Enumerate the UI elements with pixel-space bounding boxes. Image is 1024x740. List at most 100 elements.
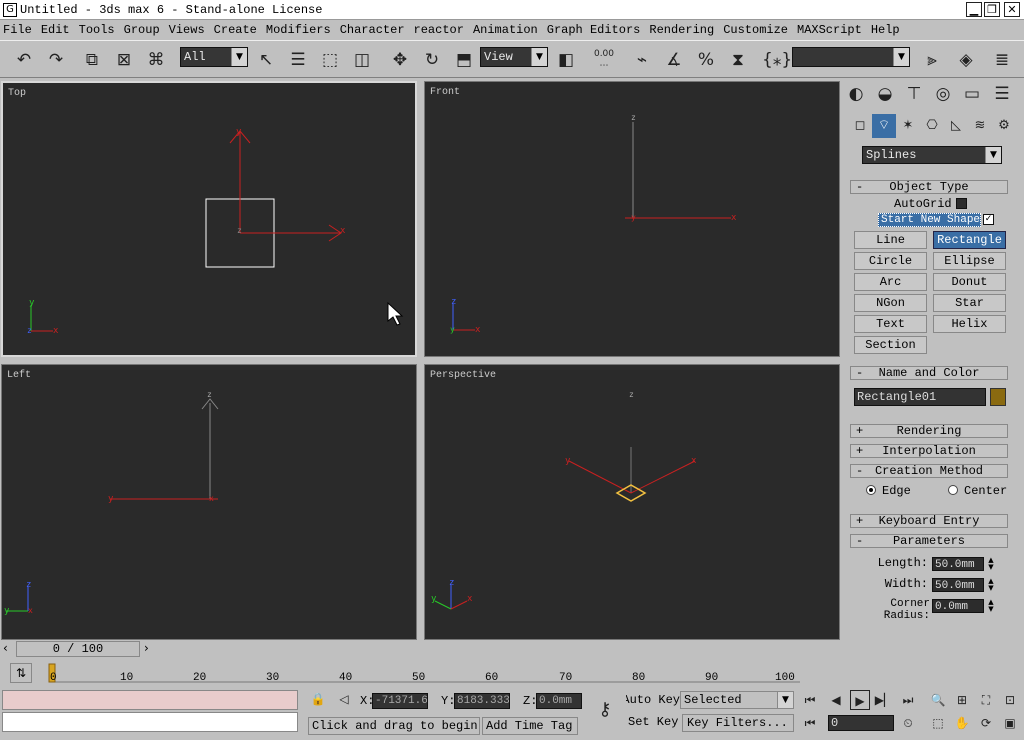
ngon-button[interactable]: NGon [854, 294, 927, 312]
text-button[interactable]: Text [854, 315, 927, 333]
key-icon[interactable]: ⚷ [590, 700, 620, 720]
absolute-mode-icon[interactable]: ◁ [334, 689, 354, 709]
width-input[interactable]: 50.0mm [932, 578, 984, 592]
reference-coordinate-dropdown[interactable]: View ▼ [480, 47, 548, 67]
cameras-category-icon[interactable]: ⎔ [920, 114, 944, 138]
corner-radius-spinner[interactable]: 0.0mm ▲ ▼ [932, 599, 998, 613]
menu-graph-editors[interactable]: Graph Editors [547, 23, 641, 37]
angle-snap-icon[interactable]: ∡ [662, 48, 686, 72]
section-button[interactable]: Section [854, 336, 927, 354]
spinner-arrows-icon[interactable]: ▲ ▼ [986, 557, 996, 571]
lights-category-icon[interactable]: ✶ [896, 114, 920, 138]
object-color-swatch[interactable] [990, 388, 1006, 406]
menu-modifiers[interactable]: Modifiers [266, 23, 331, 37]
width-spinner[interactable]: 50.0mm ▲ ▼ [932, 578, 998, 592]
pan-icon[interactable]: ✋ [952, 713, 972, 733]
rollout-interpolation[interactable]: + Interpolation [850, 444, 1008, 458]
menu-reactor[interactable]: reactor [414, 23, 464, 37]
y-coord-input[interactable]: 8183.333 [454, 693, 510, 709]
z-coord-input[interactable]: 0.0mm [536, 693, 582, 709]
circle-button[interactable]: Circle [854, 252, 927, 270]
display-tab-icon[interactable]: ▭ [960, 82, 984, 106]
viewport-front[interactable]: Front z x y z x y [424, 81, 840, 357]
set-key-button[interactable]: Set Key [628, 714, 680, 732]
current-frame-input[interactable]: 0 [828, 715, 894, 731]
space-warps-category-icon[interactable]: ≋ [968, 114, 992, 138]
play-animation-icon[interactable]: ▶ [850, 690, 870, 710]
maxscript-input-mini[interactable] [2, 712, 298, 732]
modify-tab-icon[interactable]: ◒ [873, 82, 897, 106]
rollout-rendering[interactable]: + Rendering [850, 424, 1008, 438]
select-and-scale-icon[interactable]: ⬒ [452, 48, 476, 72]
menu-group[interactable]: Group [124, 23, 160, 37]
key-filters-button[interactable]: Key Filters... [682, 714, 794, 732]
close-button[interactable]: ✕ [1004, 2, 1020, 17]
key-mode-dropdown[interactable]: Selected ▼ [680, 691, 794, 709]
menu-create[interactable]: Create [214, 23, 257, 37]
percent-snap-icon[interactable]: % [694, 48, 718, 72]
geometry-category-icon[interactable]: ◻ [848, 114, 872, 138]
mirror-icon[interactable]: ⫸ [920, 48, 944, 72]
menu-views[interactable]: Views [169, 23, 205, 37]
object-name-input[interactable]: Rectangle01 [854, 388, 986, 406]
edge-radio[interactable] [866, 485, 876, 495]
next-frame-icon[interactable]: ▶▏ [874, 690, 894, 710]
ellipse-button[interactable]: Ellipse [933, 252, 1006, 270]
create-tab-icon[interactable]: ◐ [844, 82, 868, 106]
shapes-category-icon[interactable]: ⌔ [872, 114, 896, 138]
helpers-category-icon[interactable]: ◺ [944, 114, 968, 138]
previous-frame-icon[interactable]: ◀ [826, 690, 846, 710]
named-selection-icon[interactable]: {⁎} [762, 48, 792, 72]
window-crossing-icon[interactable]: ◫ [350, 48, 374, 72]
zoom-icon[interactable]: 🔍 [928, 690, 948, 710]
hierarchy-tab-icon[interactable]: ⊤ [902, 82, 926, 106]
menu-help[interactable]: Help [871, 23, 900, 37]
go-to-start-icon[interactable]: ⏮ [800, 690, 820, 710]
select-and-move-icon[interactable]: ✥ [388, 48, 412, 72]
category-dropdown[interactable]: Splines ▼ [862, 146, 1002, 164]
spinner-arrows-icon[interactable]: ▲ ▼ [986, 578, 996, 592]
menu-tools[interactable]: Tools [79, 23, 115, 37]
menu-customize[interactable]: Customize [723, 23, 788, 37]
viewport-left[interactable]: Left z y x z y x [1, 364, 417, 640]
select-and-rotate-icon[interactable]: ↻ [420, 48, 444, 72]
menu-animation[interactable]: Animation [473, 23, 538, 37]
rectangle-button[interactable]: Rectangle [933, 231, 1006, 249]
redo-icon[interactable]: ↷ [44, 48, 68, 72]
spinner-snap-toggle-icon[interactable]: ⧗ [726, 48, 750, 72]
select-by-name-icon[interactable]: ☰ [286, 48, 310, 72]
length-spinner[interactable]: 50.0mm ▲ ▼ [932, 557, 998, 571]
track-bar[interactable]: 0 10 20 30 40 50 60 70 80 90 100 [40, 662, 840, 686]
zoom-extents-all-icon[interactable]: ⊡ [1000, 690, 1020, 710]
length-input[interactable]: 50.0mm [932, 557, 984, 571]
rollout-name-and-color[interactable]: - Name and Color [850, 366, 1008, 380]
zoom-extents-icon[interactable]: ⛶ [976, 690, 996, 710]
key-mode-toggle-icon[interactable]: ⏮ [800, 713, 820, 733]
rollout-object-type[interactable]: - Object Type [850, 180, 1008, 194]
arc-button[interactable]: Arc [854, 273, 927, 291]
start-new-shape-checkbox[interactable]: ✓ [983, 214, 994, 225]
motion-tab-icon[interactable]: ◎ [931, 82, 955, 106]
menu-maxscript[interactable]: MAXScript [797, 23, 862, 37]
menu-edit[interactable]: Edit [41, 23, 70, 37]
select-object-icon[interactable]: ↖ [254, 48, 278, 72]
arc-rotate-icon[interactable]: ⟳ [976, 713, 996, 733]
bind-space-warp-icon[interactable]: ⌘ [144, 48, 168, 72]
open-mini-curve-editor-icon[interactable]: ⇅ [10, 663, 32, 683]
named-selection-dropdown[interactable]: ▼ [792, 47, 910, 67]
rollout-creation-method[interactable]: - Creation Method [850, 464, 1008, 478]
selection-filter-dropdown[interactable]: All ▼ [180, 47, 248, 67]
viewport-perspective[interactable]: Perspective z x y z y x [424, 364, 840, 640]
maximize-viewport-icon[interactable]: ▣ [1000, 713, 1020, 733]
star-button[interactable]: Star [933, 294, 1006, 312]
systems-category-icon[interactable]: ⚙ [992, 114, 1016, 138]
lock-selection-icon[interactable]: 🔒 [308, 689, 328, 709]
helix-button[interactable]: Helix [933, 315, 1006, 333]
time-slider[interactable]: 0 / 100 [16, 641, 140, 657]
region-zoom-icon[interactable]: ⬚ [928, 713, 948, 733]
time-next-icon[interactable]: › [144, 641, 149, 655]
unlink-icon[interactable]: ⊠ [112, 48, 136, 72]
menu-character[interactable]: Character [340, 23, 405, 37]
rollout-keyboard-entry[interactable]: + Keyboard Entry [850, 514, 1008, 528]
snap-toggle-icon[interactable]: ⌁ [630, 48, 654, 72]
